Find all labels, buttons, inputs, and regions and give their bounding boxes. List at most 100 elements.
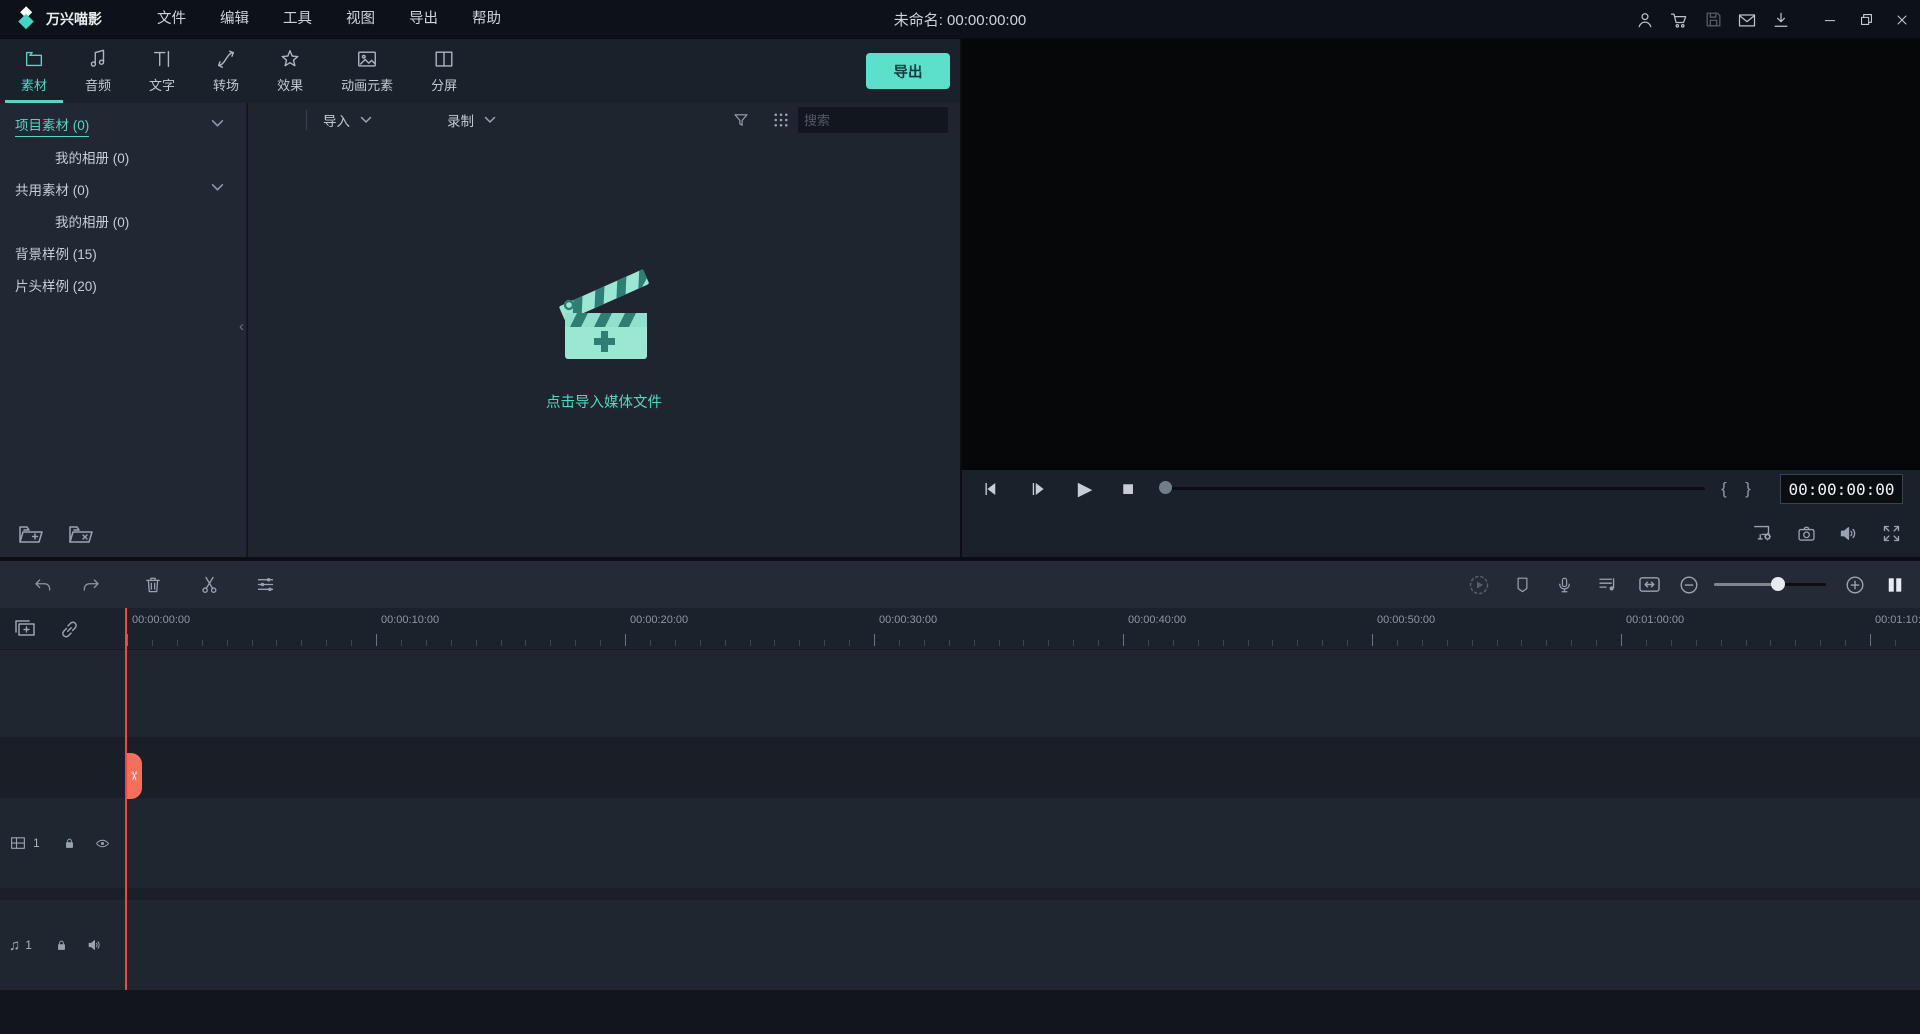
menu-item[interactable]: 工具 bbox=[266, 0, 329, 39]
ruler-tick bbox=[724, 640, 726, 646]
tab-splitscreen[interactable]: 分屏 bbox=[412, 39, 476, 103]
link-clips-icon[interactable] bbox=[58, 618, 81, 641]
seek-bar[interactable] bbox=[1165, 487, 1705, 490]
preview-timecode: 00:00:00:00 bbox=[1780, 474, 1903, 504]
ruler-tick bbox=[1670, 640, 1672, 646]
ruler-label: 00:00:00:00 bbox=[132, 614, 191, 626]
playhead[interactable] bbox=[125, 608, 127, 990]
ruler-tick bbox=[1770, 640, 1772, 646]
chevron-down-icon[interactable] bbox=[211, 183, 224, 192]
sidebar-item[interactable]: 背景样例 (15) bbox=[0, 237, 246, 269]
search-input[interactable] bbox=[798, 112, 986, 128]
tab-elements[interactable]: 动画元素 bbox=[322, 39, 412, 103]
restore-button[interactable] bbox=[1848, 0, 1884, 39]
tab-audio[interactable]: 音频 bbox=[66, 39, 130, 103]
mark-in-icon[interactable]: { bbox=[1714, 470, 1734, 508]
tab-media[interactable]: 素材 bbox=[2, 39, 66, 103]
zoom-out-icon[interactable] bbox=[1672, 561, 1706, 608]
mark-out-icon[interactable]: } bbox=[1738, 470, 1758, 508]
video-track-header[interactable]: 1 bbox=[0, 798, 126, 888]
ruler-tick bbox=[500, 640, 502, 646]
play-button[interactable]: ▶ bbox=[1066, 470, 1104, 508]
toggle-visibility-eye-icon[interactable] bbox=[93, 836, 112, 851]
snapshot-camera-icon[interactable] bbox=[1789, 516, 1823, 550]
timeline-ruler[interactable]: 00:00:00:00 00:00:10:00 00:00:20:00 00:00:3… bbox=[0, 608, 1920, 650]
chevron-down-icon bbox=[360, 116, 372, 123]
ruler-tick bbox=[1645, 640, 1647, 646]
ruler-tick bbox=[151, 640, 153, 646]
menu-item[interactable]: 文件 bbox=[140, 0, 203, 39]
menu-item[interactable]: 编辑 bbox=[203, 0, 266, 39]
sidebar-item[interactable]: 片头样例 (20) bbox=[0, 269, 246, 301]
collapse-panel-icon[interactable]: ‹ bbox=[239, 318, 244, 335]
tab-text[interactable]: 文字 bbox=[130, 39, 194, 103]
ruler-tick bbox=[1471, 640, 1473, 646]
undo-icon[interactable] bbox=[26, 561, 60, 608]
account-icon[interactable] bbox=[1628, 0, 1662, 39]
stop-button[interactable]: ■ bbox=[1110, 470, 1146, 508]
ruler-tick bbox=[1894, 640, 1896, 646]
marker-icon[interactable] bbox=[1505, 561, 1539, 608]
import-media-dropzone[interactable]: 点击导入媒体文件 bbox=[248, 253, 960, 412]
delete-folder-icon[interactable] bbox=[68, 523, 94, 545]
import-dropdown[interactable]: 导入 bbox=[323, 110, 372, 130]
voiceover-mic-icon[interactable] bbox=[1547, 561, 1581, 608]
minimize-button[interactable] bbox=[1812, 0, 1848, 39]
audio-track-header[interactable]: ♫ 1 bbox=[0, 900, 126, 990]
next-frame-button[interactable] bbox=[1020, 470, 1056, 508]
menu-item[interactable]: 帮助 bbox=[455, 0, 518, 39]
ruler-tick bbox=[1147, 640, 1149, 646]
grid-view-icon[interactable] bbox=[772, 111, 790, 129]
preview-viewport[interactable] bbox=[960, 39, 1920, 470]
zoom-in-icon[interactable] bbox=[1838, 561, 1872, 608]
timeline-zoom-thumb[interactable] bbox=[1771, 577, 1785, 591]
timeline-zoom-slider-track[interactable] bbox=[1778, 583, 1826, 586]
playhead-scissors-handle[interactable]: ✂ bbox=[127, 753, 142, 799]
tab-effects[interactable]: 效果 bbox=[258, 39, 322, 103]
tab-transitions[interactable]: 转场 bbox=[194, 39, 258, 103]
previous-frame-button[interactable] bbox=[972, 470, 1008, 508]
volume-icon[interactable] bbox=[1831, 516, 1865, 550]
display-settings-icon[interactable] bbox=[1746, 516, 1780, 550]
music-note-icon bbox=[90, 49, 105, 67]
search-box[interactable] bbox=[798, 107, 986, 133]
new-folder-icon[interactable] bbox=[18, 523, 44, 545]
fit-timeline-icon[interactable] bbox=[1631, 561, 1667, 608]
sidebar-item-label: 片头样例 (20) bbox=[15, 279, 97, 294]
download-icon[interactable] bbox=[1764, 0, 1798, 39]
ruler-tick bbox=[674, 640, 676, 646]
render-preview-icon[interactable] bbox=[1462, 561, 1496, 608]
video-track-number: 1 bbox=[33, 836, 40, 850]
sidebar-item[interactable]: 我的相册 (0) bbox=[0, 205, 246, 237]
toolbar-divider bbox=[306, 110, 307, 130]
chevron-down-icon[interactable] bbox=[211, 119, 224, 128]
mail-icon[interactable] bbox=[1730, 0, 1764, 39]
adjust-sliders-icon[interactable] bbox=[248, 561, 282, 608]
store-cart-icon[interactable] bbox=[1662, 0, 1696, 39]
lock-track-icon[interactable] bbox=[62, 835, 77, 852]
menu-item[interactable]: 导出 bbox=[392, 0, 455, 39]
add-track-icon[interactable] bbox=[12, 616, 38, 640]
audio-mixer-icon[interactable] bbox=[1590, 561, 1624, 608]
menu-item[interactable]: 视图 bbox=[329, 0, 392, 39]
close-button[interactable] bbox=[1884, 0, 1920, 39]
sidebar-item[interactable]: 项目素材 (0) bbox=[0, 109, 246, 141]
app-logo: 万兴喵影 bbox=[14, 6, 102, 32]
fullscreen-icon[interactable] bbox=[1874, 516, 1908, 550]
audio-track-number: 1 bbox=[25, 938, 32, 952]
delete-icon[interactable] bbox=[136, 561, 170, 608]
ruler-tick bbox=[1023, 640, 1025, 646]
panel-layout-icon[interactable] bbox=[1878, 561, 1912, 608]
sidebar-item[interactable]: 我的相册 (0) bbox=[0, 141, 246, 173]
split-scissors-icon[interactable] bbox=[192, 561, 226, 608]
sidebar-item[interactable]: 共用素材 (0) bbox=[0, 173, 246, 205]
filter-icon[interactable] bbox=[732, 111, 750, 129]
export-button[interactable]: 导出 bbox=[866, 53, 950, 89]
seek-thumb[interactable] bbox=[1159, 481, 1172, 494]
mute-track-speaker-icon[interactable] bbox=[85, 937, 104, 953]
timeline[interactable]: 00:00:00:00 00:00:10:00 00:00:20:00 00:00:3… bbox=[0, 608, 1920, 1034]
record-dropdown[interactable]: 录制 bbox=[447, 110, 496, 130]
redo-icon[interactable] bbox=[74, 561, 108, 608]
timeline-zoom-slider[interactable] bbox=[1714, 583, 1778, 586]
lock-track-icon[interactable] bbox=[54, 937, 69, 954]
